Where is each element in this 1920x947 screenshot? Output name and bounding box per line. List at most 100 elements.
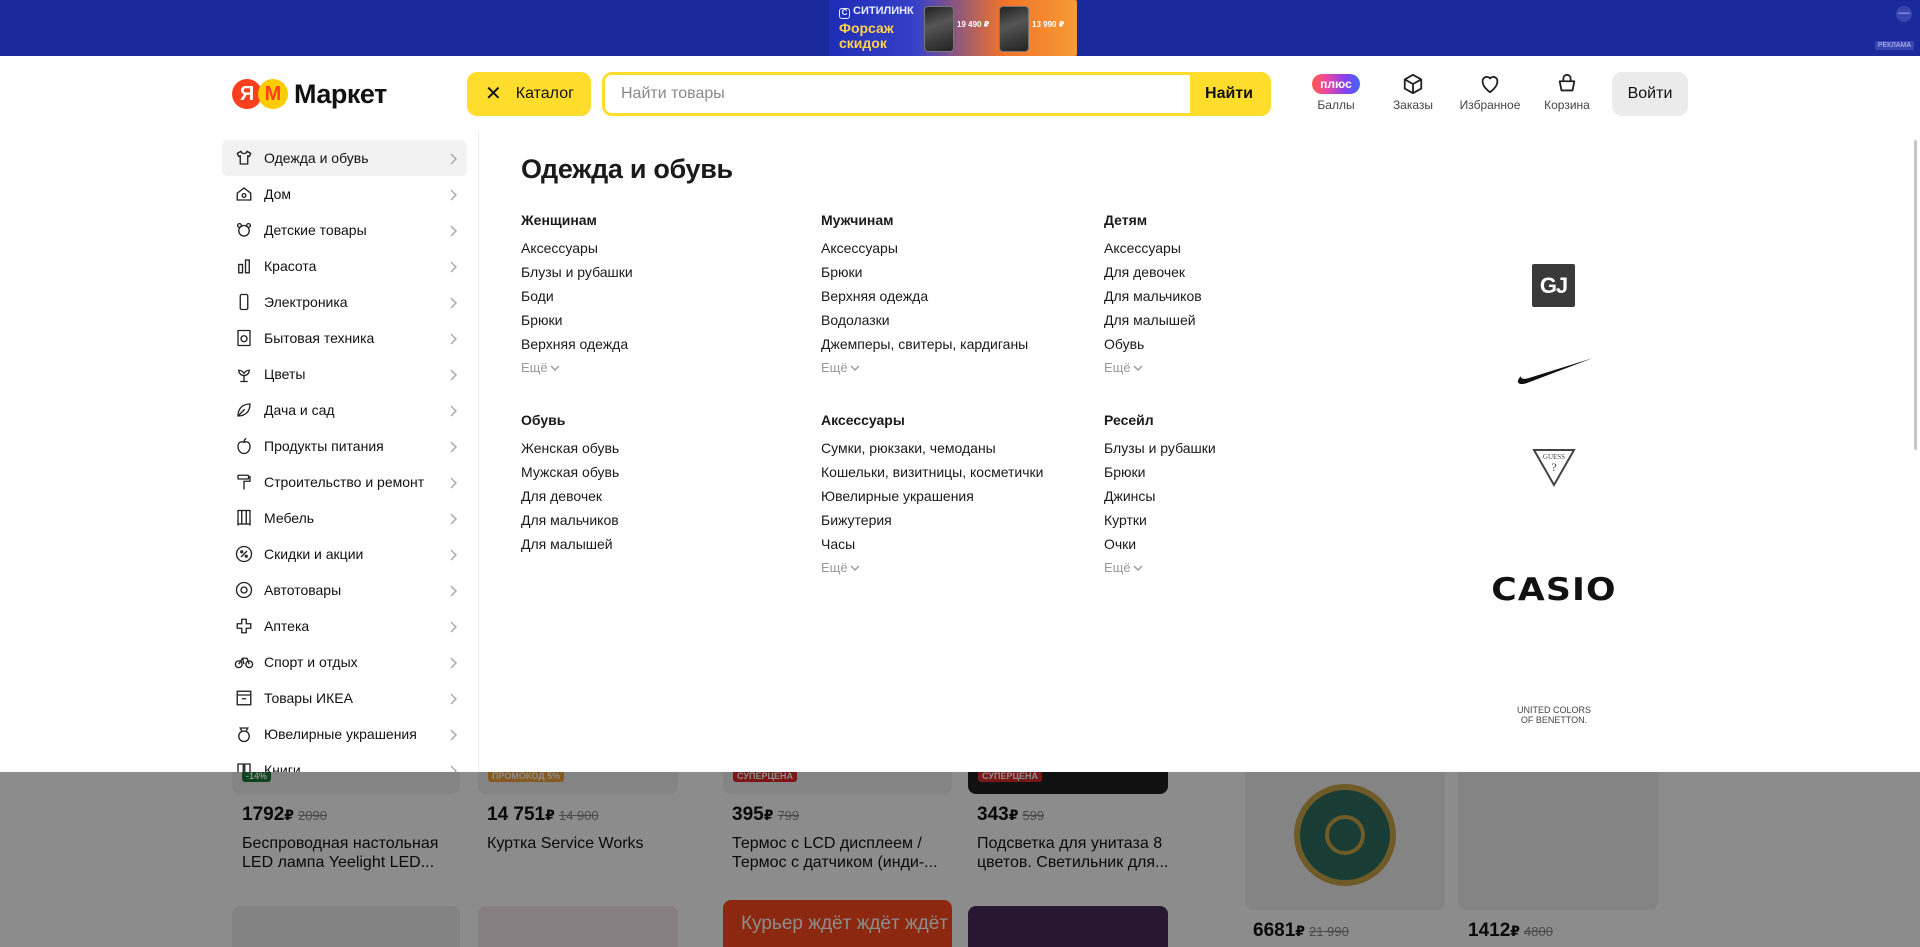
subcategory-link[interactable]: Джемперы, свитеры, кардиганы	[821, 336, 1101, 360]
more-button[interactable]: Ещё	[1104, 560, 1384, 580]
subcategory-link[interactable]: Куртки	[1104, 512, 1384, 536]
sidebar-item-appliances[interactable]: Бытовая техника	[222, 320, 467, 356]
chevron-right-icon	[449, 368, 458, 384]
chevron-down-icon	[850, 365, 860, 371]
nike-logo-icon[interactable]	[1513, 356, 1595, 388]
sidebar-item-flowers[interactable]: Цветы	[222, 356, 467, 392]
subcategory-link[interactable]: Аксессуары	[521, 240, 801, 264]
search-button[interactable]: Найти	[1190, 75, 1268, 113]
sidebar-item-food[interactable]: Продукты питания	[222, 428, 467, 464]
subcategory-link[interactable]: Брюки	[521, 312, 801, 336]
brand-benetton-logo[interactable]: UNITED COLORS OF BENETTON.	[1505, 702, 1603, 728]
page-scrollbar[interactable]	[1914, 140, 1917, 450]
subcategory-link[interactable]: Блузы и рубашки	[1104, 440, 1384, 464]
subcategory-link[interactable]: Для девочек	[1104, 264, 1384, 288]
brand-benetton-line1: UNITED COLORS	[1516, 705, 1591, 715]
ad-banner[interactable]: С СИТИЛИНК Форсаж скидок 19 490 ₽ 13 990 ₽…	[0, 0, 1920, 56]
ad-creative[interactable]: С СИТИЛИНК Форсаж скидок 19 490 ₽ 13 990 ₽	[829, 0, 1077, 56]
column-title[interactable]: Ресейл	[1104, 412, 1384, 430]
column-title[interactable]: Женщинам	[521, 212, 801, 230]
login-button[interactable]: Войти	[1612, 72, 1688, 116]
subcategory-link[interactable]: Аксессуары	[1104, 240, 1384, 264]
more-button[interactable]: Ещё	[821, 560, 1101, 580]
sidebar-item-construction[interactable]: Строительство и ремонт	[222, 464, 467, 500]
column-title[interactable]: Детям	[1104, 212, 1384, 230]
sidebar-item-label: Электроника	[264, 294, 348, 310]
subcategory-link[interactable]: Обувь	[1104, 336, 1384, 360]
chevron-right-icon	[449, 296, 458, 312]
logo[interactable]: Я М Маркет	[232, 78, 387, 110]
chevron-right-icon	[449, 188, 458, 204]
header: Я М Маркет ✕ Каталог Найти плюс Баллы За…	[0, 56, 1920, 132]
subcategory-link[interactable]: Верхняя одежда	[821, 288, 1101, 312]
sidebar-item-label: Книги	[264, 762, 301, 772]
sidebar-item-jewelry[interactable]: Ювелирные украшения	[222, 716, 467, 752]
column-title[interactable]: Обувь	[521, 412, 801, 430]
subcategory-link[interactable]: Брюки	[1104, 464, 1384, 488]
subcategory-link[interactable]: Водолазки	[821, 312, 1101, 336]
sidebar-item-beauty[interactable]: Красота	[222, 248, 467, 284]
sidebar-item-auto[interactable]: Автотовары	[222, 572, 467, 608]
subcategory-link[interactable]: Сумки, рюкзаки, чемоданы	[821, 440, 1101, 464]
subcategory-link[interactable]: Для девочек	[521, 488, 801, 512]
sidebar-item-sales[interactable]: Скидки и акции	[222, 536, 467, 572]
nav-cart[interactable]: Корзина	[1532, 70, 1602, 112]
sidebar-item-pharmacy[interactable]: Аптека	[222, 608, 467, 644]
catalog-button[interactable]: ✕ Каталог	[467, 72, 591, 116]
subcategory-link[interactable]: Ювелирные украшения	[821, 488, 1101, 512]
subcategory-link[interactable]: Для мальчиков	[1104, 288, 1384, 312]
brand-gj-logo[interactable]: GJ	[1532, 264, 1575, 307]
subcategory-link[interactable]: Для малышей	[1104, 312, 1384, 336]
sidebar-item-electronics[interactable]: Электроника	[222, 284, 467, 320]
sidebar-item-home[interactable]: Дом	[222, 176, 467, 212]
sidebar-item-label: Аптека	[264, 618, 310, 634]
chevron-down-icon	[550, 365, 560, 371]
subcategory-link[interactable]: Мужская обувь	[521, 464, 801, 488]
subcategory-link[interactable]: Боди	[521, 288, 801, 312]
subcategory-link[interactable]: Джинсы	[1104, 488, 1384, 512]
search-input[interactable]	[605, 75, 1190, 113]
subcategory-link[interactable]: Для мальчиков	[521, 512, 801, 536]
subcategory-link[interactable]: Для малышей	[521, 536, 801, 560]
more-button[interactable]: Ещё	[521, 360, 801, 380]
bear-icon	[234, 220, 254, 240]
ad-label: РЕКЛАМА	[1874, 41, 1914, 50]
subcategory-link[interactable]: Блузы и рубашки	[521, 264, 801, 288]
ad-price-1: 19 490 ₽	[957, 20, 990, 29]
sidebar-item-label: Ювелирные украшения	[264, 726, 417, 742]
apple-icon	[234, 436, 254, 456]
subcategory-link[interactable]: Аксессуары	[821, 240, 1101, 264]
more-button[interactable]: Ещё	[821, 360, 1101, 380]
sidebar-item-furniture[interactable]: Мебель	[222, 500, 467, 536]
subcategory-link[interactable]: Часы	[821, 536, 1101, 560]
column-title[interactable]: Аксессуары	[821, 412, 1101, 430]
subcategory-link[interactable]: Верхняя одежда	[521, 336, 801, 360]
nav-orders[interactable]: Заказы	[1378, 70, 1448, 112]
nav-bonus[interactable]: плюс Баллы	[1301, 70, 1371, 112]
nav-bonus-label: Баллы	[1317, 98, 1355, 112]
subcategory-column: Женщинам Аксессуары Блузы и рубашки Боди…	[521, 212, 801, 380]
catalog-sidebar: Одежда и обувь Дом Детские товары Красот…	[222, 140, 478, 772]
more-label: Ещё	[821, 360, 848, 375]
nav-favorites[interactable]: Избранное	[1455, 70, 1525, 112]
sidebar-item-kids[interactable]: Детские товары	[222, 212, 467, 248]
sidebar-item-clothing[interactable]: Одежда и обувь	[222, 140, 467, 176]
more-button[interactable]: Ещё	[1104, 360, 1384, 380]
sidebar-item-label: Детские товары	[264, 222, 367, 238]
sidebar-item-ikea[interactable]: Товары ИКЕА	[222, 680, 467, 716]
ad-close-icon[interactable]: —	[1896, 6, 1912, 22]
sidebar-item-sport[interactable]: Спорт и отдых	[222, 644, 467, 680]
chevron-down-icon	[850, 565, 860, 571]
subcategory-link[interactable]: Кошельки, визитницы, косметички	[821, 464, 1101, 488]
sidebar-item-label: Автотовары	[264, 582, 342, 598]
column-title[interactable]: Мужчинам	[821, 212, 1101, 230]
dim-overlay[interactable]	[0, 772, 1920, 947]
sidebar-item-garden[interactable]: Дача и сад	[222, 392, 467, 428]
subcategory-link[interactable]: Бижутерия	[821, 512, 1101, 536]
brand-casio-logo[interactable]: CASIO	[1486, 572, 1622, 608]
brand-guess-logo[interactable]: GUESS?	[1531, 447, 1577, 487]
subcategory-link[interactable]: Женская обувь	[521, 440, 801, 464]
sidebar-item-books[interactable]: Книги	[222, 752, 467, 772]
subcategory-link[interactable]: Очки	[1104, 536, 1384, 560]
subcategory-link[interactable]: Брюки	[821, 264, 1101, 288]
